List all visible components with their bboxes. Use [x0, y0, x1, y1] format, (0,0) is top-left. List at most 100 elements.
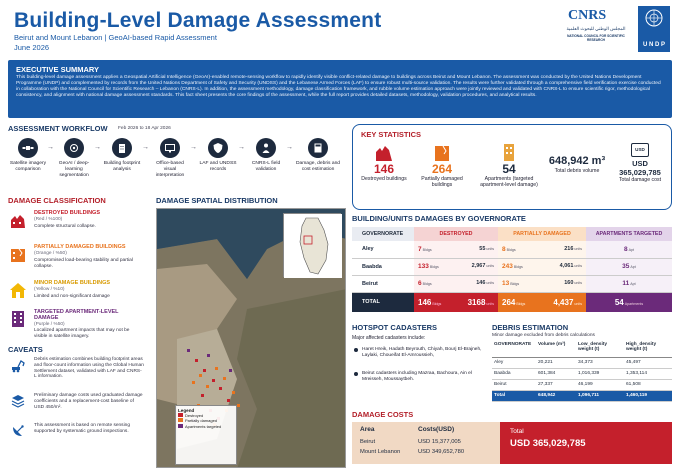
satellite-icon [18, 138, 38, 158]
cnrs-logo-caption: NATIONAL COUNCIL FOR SCIENTIFIC RESEARCH [567, 34, 625, 42]
key-statistics-title: KEY STATISTICS [361, 130, 422, 139]
destroyed-building-icon [11, 215, 25, 228]
page-subtitle: Beirut and Mount Lebanon | GeoAI-based R… [14, 33, 217, 42]
apartments-cell: 8Apt [586, 241, 672, 259]
unit-label: units [574, 246, 582, 251]
classification-name: PARTIALLY DAMAGED BUILDINGS [34, 244, 126, 250]
unit-label: Bldgs [510, 282, 520, 286]
workflow-date-range: Feb 2026 to 18 Apr 2026 [118, 126, 171, 131]
unit-label: units [486, 246, 494, 251]
unit-label: Bldgs [506, 247, 516, 252]
caveats-title: CAVEATS [8, 345, 43, 354]
cost-value: USD 349,652,780 [418, 449, 465, 455]
costs-breakdown: Area Costs(USD) Beirut USD 15,377,005 Mo… [352, 422, 500, 464]
column-header: Volume (m³) [536, 341, 576, 358]
workflow-step: Damage, debris and cost estimation [294, 138, 342, 173]
monitor-icon [160, 138, 180, 158]
destroyed-cell: 7Bldgs 55units [414, 241, 498, 259]
workflow-step-label: GeoAI / deep-learning segmentation [58, 161, 90, 178]
legend-label: Apartments targeted [185, 423, 222, 429]
stat-value: 648,942 m³ [548, 155, 606, 167]
destroyed-cell: 133Bldgs 2,967units [414, 258, 498, 276]
workflow-step: LAF and UNDSS records [198, 138, 238, 173]
money-icon: USD [631, 143, 649, 157]
partial-units: 160 [564, 280, 574, 286]
legend-swatch [178, 423, 183, 428]
apartments-total-cell: 54Apartments [586, 292, 672, 312]
destroyed-units: 146 [476, 280, 486, 286]
table-row: Aley 7Bldgs 55units 8Bldgs 216units 8Apt [352, 241, 672, 259]
stat-value: USD 365,029,785 [619, 159, 661, 177]
classification-desc: Localized apartment impacts that may not… [34, 328, 130, 339]
costs-value-header: Costs(USD) [418, 426, 455, 433]
destroyed-units-total: 3168 [467, 297, 486, 307]
unit-label: units [486, 301, 494, 306]
calculator-icon [308, 138, 328, 158]
legend-swatch [178, 413, 183, 418]
assessment-workflow: ASSESSMENT WORKFLOW Feb 2026 to 18 Apr 2… [8, 124, 348, 190]
table-total-row: Total 648,942 1,096,711 1,460,119 [492, 390, 672, 402]
workflow-step: CNRS-L field validation [246, 138, 286, 173]
destroyed-total-cell: 146Bldgs 3168units [414, 292, 498, 312]
partial-units: 4,061 [559, 263, 574, 269]
table-row: Beirut 6Bldgs 146units 13Bldgs 160units 11… [352, 275, 672, 293]
unit-label: Bldgs [422, 247, 432, 252]
column-header: PARTIALLY DAMAGED [498, 227, 586, 241]
arrow-right-icon: → [238, 144, 245, 151]
table-cell: 61,508 [624, 379, 672, 391]
classification-desc: Compromised load-bearing stability and p… [34, 258, 133, 269]
stat-partial: 264 Partially damaged buildings [413, 143, 471, 188]
key-statistics: KEY STATISTICS 146 Destroyed buildings 2… [352, 124, 672, 210]
table-cell: 648,942 [536, 390, 576, 402]
legend-swatch [178, 418, 183, 423]
un-emblem-icon [645, 9, 663, 27]
destroyed-building-icon [376, 146, 392, 161]
lebanon-outline-icon [284, 214, 342, 278]
destroyed-bldgs-total: 146 [418, 297, 432, 307]
stat-apartments: 54 Apartments (targeted apartment-level … [477, 143, 541, 188]
destroyed-units: 55 [479, 245, 486, 252]
table-cell: 34,373 [576, 357, 624, 369]
governorate-table: GOVERNORATE DESTROYED PARTIALLY DAMAGED … [352, 227, 672, 312]
column-header: Low_density weight (t) [576, 341, 624, 358]
hotspot-title: HOTSPOT CADASTERS [352, 323, 438, 332]
classification-sub: (Yellow / %10) [34, 287, 65, 292]
partial-damage-building-icon [11, 248, 25, 262]
workflow-step-label: Damage, debris and cost estimation [295, 161, 341, 172]
table-cell: Beirut [492, 379, 536, 391]
partial-cell: 8Bldgs 216units [498, 241, 586, 259]
unit-label: Bldgs [429, 265, 439, 269]
partial-damage-building-icon [435, 145, 449, 161]
unit-label: Apt [628, 247, 635, 252]
executive-summary-text: This building-level damage assessment ap… [16, 75, 661, 99]
apartments-cell: 35Apt [586, 258, 672, 276]
unit-label: units [486, 281, 494, 285]
table-row: Baabda 133Bldgs 2,967units 243Bldgs 4,061u… [352, 258, 672, 276]
table-row: Beirut 27,337 46,199 61,508 [492, 379, 672, 391]
table-row: Aley 20,221 34,373 45,497 [492, 357, 672, 369]
caveat-text: Debris estimation combines building foot… [34, 357, 144, 380]
cost-area: Mount Lebanon [360, 449, 401, 455]
stat-debris: 648,942 m³ Total debris volume [545, 155, 609, 174]
executive-summary-title: EXECUTIVE SUMMARY [16, 65, 100, 74]
workflow-step-label: Building footprint analysis [103, 161, 141, 172]
arrow-right-icon: → [47, 144, 54, 151]
destroyed-bldgs: 133 [418, 263, 429, 270]
partial-total-cell: 264Bldgs 4,437units [498, 292, 586, 312]
locator-inset-map [283, 213, 342, 278]
partial-cell: 13Bldgs 160units [498, 275, 586, 293]
stat-destroyed: 146 Destroyed buildings [361, 143, 407, 182]
classification-desc: Complete structural collapse. [34, 224, 96, 229]
workflow-step: Office-based visual interpretation [150, 138, 190, 179]
partial-bldgs: 8 [502, 245, 506, 253]
workflow-title: ASSESSMENT WORKFLOW [8, 124, 108, 133]
unit-label: Bldgs [432, 301, 442, 306]
damage-map[interactable]: Legend Destroyed Partially damaged Apart… [156, 208, 346, 468]
undp-logo: U N D P [638, 6, 670, 52]
apartment-building-icon [12, 311, 24, 327]
total-label: TOTAL [352, 292, 414, 312]
destroyed-cell: 6Bldgs 146units [414, 275, 498, 293]
table-cell: 1,353,114 [624, 368, 672, 380]
apartment-building-icon [504, 144, 514, 161]
header: Building-Level Damage Assessment Beirut … [0, 0, 680, 58]
